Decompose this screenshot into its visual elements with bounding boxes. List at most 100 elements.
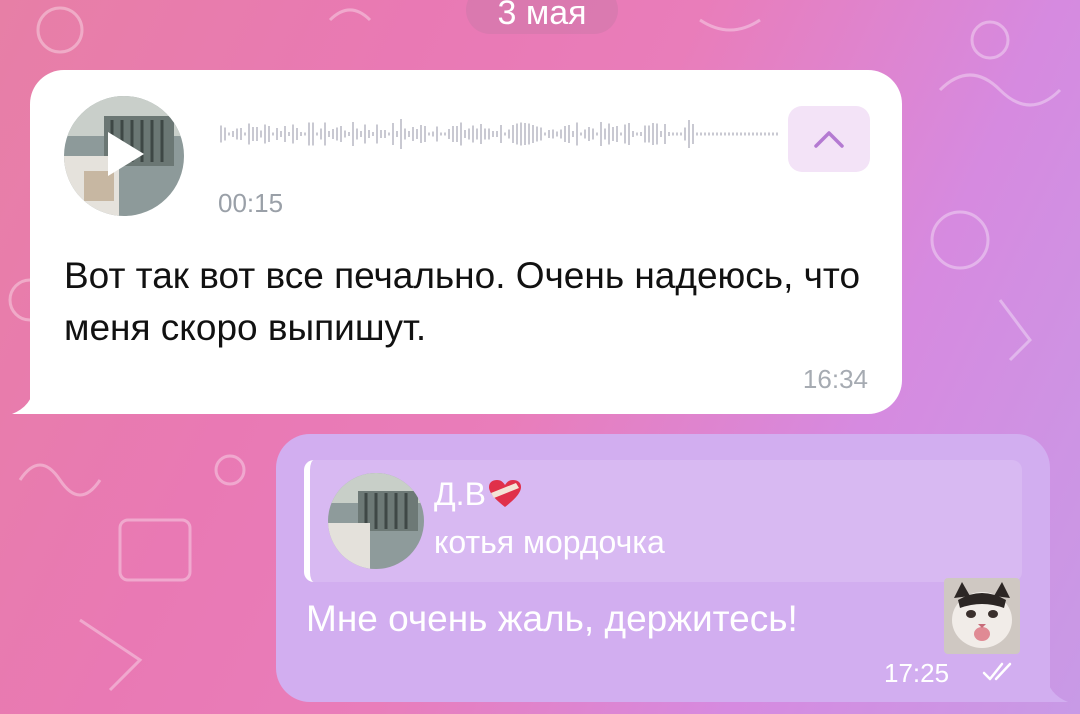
reply-text: котья мордочка xyxy=(434,524,665,560)
waveform-bar xyxy=(236,128,238,140)
waveform-bar xyxy=(408,131,410,137)
collapse-button[interactable] xyxy=(788,106,870,172)
waveform-bar xyxy=(268,126,270,142)
waveform-bar xyxy=(632,131,634,137)
waveform-bar xyxy=(600,122,602,146)
waveform-bar xyxy=(480,124,482,144)
waveform-bar xyxy=(444,132,446,136)
waveform-bar xyxy=(584,129,586,139)
heart-with-bandage-icon xyxy=(488,480,521,507)
waveform-bar xyxy=(332,129,334,139)
waveform-bar xyxy=(452,126,454,142)
waveform-bar xyxy=(372,132,374,136)
waveform-bar xyxy=(488,128,490,140)
waveform-bar xyxy=(644,125,646,143)
waveform-bar xyxy=(324,122,326,146)
waveform-bar xyxy=(768,132,770,136)
waveform-bar xyxy=(576,122,578,146)
waveform-bar xyxy=(412,127,414,141)
waveform-bar xyxy=(548,130,550,138)
waveform-bar xyxy=(692,124,694,144)
reply-author-name: Д.В xyxy=(434,476,486,512)
waveform-bar xyxy=(624,124,626,144)
waveform-bar xyxy=(492,131,494,137)
incoming-message-bubble[interactable]: 00:15 Вот так вот все печально. Очень на… xyxy=(12,70,902,414)
waveform-bar xyxy=(228,132,230,136)
waveform-bar xyxy=(388,132,390,136)
waveform-bar xyxy=(460,122,462,146)
waveform-bar xyxy=(312,122,314,146)
waveform-bar xyxy=(568,125,570,143)
waveform-bar xyxy=(320,128,322,140)
waveform-bar xyxy=(464,130,466,138)
bubble-tail xyxy=(12,386,42,414)
waveform-icon[interactable] xyxy=(220,114,780,154)
waveform-bar xyxy=(448,129,450,139)
waveform-bar xyxy=(656,123,658,145)
waveform-bar xyxy=(360,131,362,137)
waveform-bar xyxy=(712,132,714,136)
video-message-thumbnail[interactable] xyxy=(64,96,184,216)
waveform-bar xyxy=(468,128,470,140)
waveform-bar xyxy=(560,129,562,139)
waveform-bar xyxy=(456,126,458,142)
waveform-bar xyxy=(728,132,730,136)
waveform-bar xyxy=(540,127,542,141)
message-time: 16:34 xyxy=(802,364,868,394)
waveform-bar xyxy=(284,126,286,142)
waveform-bar xyxy=(340,126,342,142)
outgoing-message-bubble[interactable]: Д.В котья мордочка Мне очень жаль, держи… xyxy=(276,434,1068,702)
waveform-bar xyxy=(384,130,386,138)
waveform-bar xyxy=(528,123,530,145)
waveform-bar xyxy=(640,132,642,136)
waveform-bar xyxy=(672,132,674,136)
waveform-bar xyxy=(648,125,650,143)
video-duration: 00:15 xyxy=(218,188,284,218)
waveform-bar xyxy=(536,126,538,142)
waveform-bar xyxy=(720,132,722,136)
waveform-bar xyxy=(428,132,430,136)
waveform-bar xyxy=(668,132,670,136)
waveform-bar xyxy=(240,128,242,140)
waveform-bar xyxy=(616,126,618,142)
waveform-bar xyxy=(304,132,306,136)
waveform-bar xyxy=(532,125,534,143)
waveform-bar xyxy=(680,132,682,136)
waveform-bar xyxy=(608,123,610,145)
double-check-icon xyxy=(982,662,1012,681)
waveform-bar xyxy=(392,123,394,145)
waveform-bar xyxy=(416,129,418,139)
waveform-bar xyxy=(744,132,746,136)
waveform-bar xyxy=(504,132,506,136)
waveform-bar xyxy=(544,132,546,136)
waveform-bar xyxy=(344,130,346,138)
waveform-bar xyxy=(348,132,350,136)
play-icon[interactable] xyxy=(64,96,184,216)
waveform-bar xyxy=(256,127,258,141)
waveform-bar xyxy=(676,132,678,136)
waveform-bar xyxy=(724,132,726,136)
waveform-bar xyxy=(232,131,234,137)
waveform-bar xyxy=(252,127,254,141)
waveform-bar xyxy=(752,132,754,136)
waveform-bar xyxy=(292,124,294,144)
waveform-bar xyxy=(288,132,290,136)
waveform-bar xyxy=(436,126,438,142)
waveform-bar xyxy=(620,132,622,136)
waveform-bar xyxy=(476,128,478,140)
waveform-bar xyxy=(420,125,422,143)
waveform-bar xyxy=(316,132,318,136)
waveform-bar xyxy=(260,130,262,138)
waveform-bar xyxy=(748,132,750,136)
bubble-tail xyxy=(1038,674,1068,702)
waveform-bar xyxy=(276,128,278,140)
waveform-bar xyxy=(572,131,574,137)
message-text: Вот так вот все печально. Очень надеюсь,… xyxy=(64,255,861,348)
reply-quote[interactable]: Д.В котья мордочка xyxy=(304,460,1022,582)
waveform-bar xyxy=(628,123,630,145)
waveform-bar xyxy=(696,132,698,136)
waveform-bar xyxy=(264,124,266,144)
waveform-bar xyxy=(708,132,710,136)
waveform-bar xyxy=(612,127,614,141)
waveform-bar xyxy=(652,123,654,145)
